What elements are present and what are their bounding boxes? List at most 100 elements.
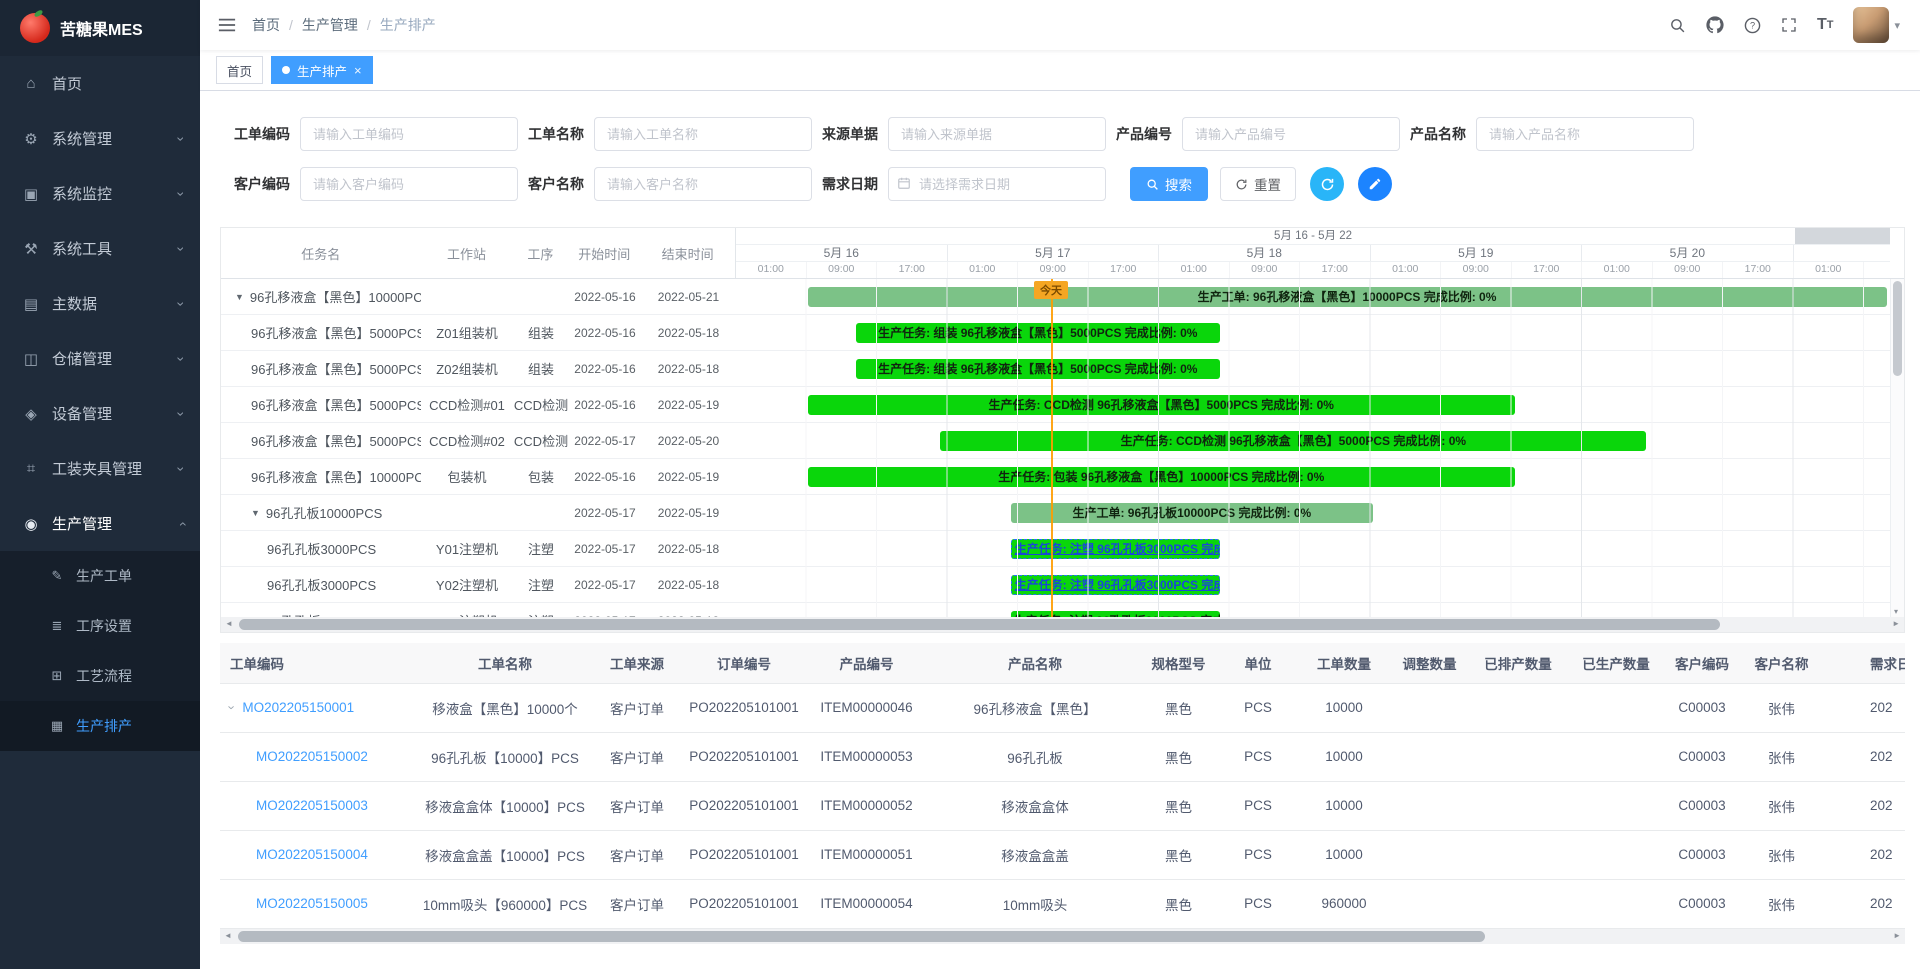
sidebar-item-system-monitor[interactable]: ▣系统监控› — [0, 166, 200, 221]
order-code-link[interactable]: MO202205150001 — [242, 700, 354, 715]
gantt-hour-tick: 01:00 — [736, 262, 807, 278]
workorder-code-input[interactable] — [300, 117, 518, 151]
app-logo: 苦糖果MES — [0, 0, 200, 56]
order-code-link[interactable]: MO202205150005 — [256, 896, 368, 911]
scroll-down-arrow-icon[interactable]: ▾ — [1894, 607, 1898, 616]
scroll-right-arrow-icon[interactable]: ► — [1892, 619, 1900, 628]
sidebar-item-process-flow[interactable]: ⊞工艺流程 — [0, 651, 200, 701]
sidebar-item-production-management[interactable]: ◉生产管理› — [0, 496, 200, 551]
orders-cell-customer_name: 张伟 — [1739, 830, 1824, 879]
orders-cell-unit: PCS — [1218, 879, 1298, 928]
gantt-horizontal-scroll-thumb[interactable] — [239, 619, 1720, 630]
orders-cell-name: 移液盒【黑色】10000个 — [422, 683, 588, 732]
product-name-input[interactable] — [1476, 117, 1694, 151]
orders-cell-scheduled_qty — [1469, 830, 1567, 879]
sidebar-toggle-icon[interactable] — [218, 17, 236, 33]
gantt-bar[interactable]: 生产任务: 注塑 96孔孔板3000PCS 完成 — [1011, 575, 1220, 595]
tab-production-scheduling[interactable]: 生产排产× — [271, 56, 373, 84]
demand-date-input[interactable] — [888, 167, 1106, 201]
gantt-bar[interactable]: 生产工单: 96孔移液盒【黑色】10000PCS 完成比例: 0% — [808, 287, 1887, 307]
row-expand-icon[interactable]: › — [225, 705, 240, 709]
gantt-bar[interactable]: 生产工单: 96孔孔板10000PCS 完成比例: 0% — [1011, 503, 1373, 523]
workorder-name-input[interactable] — [594, 117, 812, 151]
chevron-up-icon: › — [174, 521, 190, 526]
sidebar-item-home[interactable]: ⌂首页 — [0, 56, 200, 111]
sidebar-item-process-settings[interactable]: ≣工序设置 — [0, 601, 200, 651]
chevron-down-icon: › — [174, 356, 190, 361]
sidebar-item-warehouse-management[interactable]: ◫仓储管理› — [0, 331, 200, 386]
gantt-hour-tick: 17:00 — [1089, 262, 1160, 278]
order-code-link[interactable]: MO202205150002 — [256, 749, 368, 764]
expand-toggle-icon[interactable]: ▼ — [235, 292, 244, 302]
sidebar-item-system-tools[interactable]: ⚒系统工具› — [0, 221, 200, 276]
sidebar-item-label: 工序设置 — [76, 616, 132, 636]
gantt-lane: 生产任务: 包装 96孔移液盒【黑色】10000PCS 完成比例: 0% — [736, 459, 1890, 494]
order-code-link[interactable]: MO202205150004 — [256, 847, 368, 862]
gantt-cell-process: 组装 — [513, 315, 569, 350]
refresh-button[interactable] — [1310, 167, 1344, 201]
sidebar-item-production-scheduling[interactable]: ▦生产排产 — [0, 701, 200, 751]
sidebar-item-equipment-management[interactable]: ◈设备管理› — [0, 386, 200, 441]
gantt-timeline-header: 5月 16 - 5月 22 5月 165月 175月 185月 195月 20 … — [736, 228, 1904, 278]
order-code-link[interactable]: MO202205150003 — [256, 798, 368, 813]
gantt-vertical-scrollbar[interactable]: ▾ — [1890, 279, 1904, 617]
customer-name-label: 客户名称 — [528, 174, 584, 194]
orders-cell-source: 客户订单 — [588, 683, 686, 732]
gantt-row: ▼96孔移液盒【黑色】10000PCS2022-05-162022-05-21生… — [221, 279, 1890, 315]
tab-close-icon[interactable]: × — [354, 64, 362, 77]
reset-button[interactable]: 重置 — [1220, 167, 1296, 201]
orders-cell-customer_code: C00003 — [1665, 879, 1739, 928]
gantt-bar[interactable]: 生产任务: CCD检测 96孔移液盒【黑色】5000PCS 完成比例: 0% — [808, 395, 1515, 415]
gantt-hour-tick: 17:00 — [1723, 262, 1794, 278]
sidebar-item-production-workorder[interactable]: ✎生产工单 — [0, 551, 200, 601]
help-icon[interactable]: ? — [1744, 17, 1761, 34]
gantt-cell-task: 96孔移液盒【黑色】5000PCS — [221, 423, 421, 458]
orders-row: MO202205150004移液盒盒盖【10000】PCS客户订单PO20220… — [220, 830, 1905, 879]
scroll-right-arrow-icon[interactable]: ► — [1893, 931, 1901, 940]
orders-cell-order_no: PO202205101001 — [686, 683, 802, 732]
gantt-columns: 任务名工作站工序开始时间结束时间 — [221, 228, 736, 278]
gantt-horizontal-scrollbar[interactable]: ◄ ► — [221, 617, 1904, 632]
font-size-icon[interactable]: TT — [1817, 17, 1834, 33]
sidebar-item-master-data[interactable]: ▤主数据› — [0, 276, 200, 331]
sidebar-item-fixture-management[interactable]: ⌗工装夹具管理› — [0, 441, 200, 496]
gantt-task-name: 96孔移液盒【黑色】5000PCS — [251, 323, 421, 342]
customer-name-input[interactable] — [594, 167, 812, 201]
gantt-bar[interactable]: 生产任务: 注塑 96孔孔板3000PCS 完成 — [1011, 539, 1220, 559]
orders-horizontal-scroll-thumb[interactable] — [238, 931, 1485, 942]
product-code-input[interactable] — [1182, 117, 1400, 151]
sidebar-item-label: 生产管理 — [52, 513, 112, 534]
gantt-bar[interactable]: 生产任务: CCD检测 96孔移液盒【黑色】5000PCS 完成比例: 0% — [940, 431, 1646, 451]
gantt-bar[interactable]: 生产任务: 包装 96孔移液盒【黑色】10000PCS 完成比例: 0% — [808, 467, 1515, 487]
orders-cell-product_code: ITEM00000052 — [802, 781, 931, 830]
orders-horizontal-scrollbar[interactable]: ◄ ► — [220, 929, 1905, 944]
fullscreen-icon[interactable] — [1781, 17, 1797, 33]
filter-field-customer-code: 客户编码 — [234, 167, 518, 201]
edit-button[interactable] — [1358, 167, 1392, 201]
sidebar-item-system-management[interactable]: ⚙系统管理› — [0, 111, 200, 166]
search-icon[interactable] — [1669, 17, 1686, 34]
gantt-bar[interactable]: 生产任务: 组装 96孔移液盒【黑色】5000PCS 完成比例: 0% — [856, 323, 1220, 343]
scroll-left-arrow-icon[interactable]: ◄ — [224, 931, 232, 940]
orders-cell-product_code: ITEM00000046 — [802, 683, 931, 732]
sidebar-submenu-production: ✎生产工单≣工序设置⊞工艺流程▦生产排产 — [0, 551, 200, 751]
gantt-vertical-scroll-thumb[interactable] — [1893, 281, 1902, 376]
refresh-icon — [1320, 177, 1335, 192]
customer-code-input[interactable] — [300, 167, 518, 201]
github-icon[interactable] — [1706, 16, 1724, 34]
gantt-rows: ▼96孔移液盒【黑色】10000PCS2022-05-162022-05-21生… — [221, 279, 1890, 617]
filter-fields-2: 客户编码客户名称需求日期 — [234, 167, 1116, 201]
sidebar-item-label: 工艺流程 — [76, 666, 132, 686]
tab-home[interactable]: 首页 — [216, 56, 263, 84]
orders-column-header: 需求日期 — [1824, 643, 1905, 683]
user-avatar[interactable]: ▾ — [1853, 7, 1900, 43]
search-button[interactable]: 搜索 — [1130, 167, 1208, 201]
breadcrumb-item[interactable]: 生产管理 — [302, 15, 358, 35]
gantt-hour-tick: 01:00 — [1371, 262, 1442, 278]
breadcrumb-item[interactable]: 首页 — [252, 15, 280, 35]
expand-toggle-icon[interactable]: ▼ — [251, 508, 260, 518]
gantt-bar[interactable]: 生产任务: 组装 96孔移液盒【黑色】5000PCS 完成比例: 0% — [856, 359, 1220, 379]
source-doc-input[interactable] — [888, 117, 1106, 151]
scroll-left-arrow-icon[interactable]: ◄ — [225, 619, 233, 628]
gantt-column-header: 结束时间 — [640, 244, 735, 263]
